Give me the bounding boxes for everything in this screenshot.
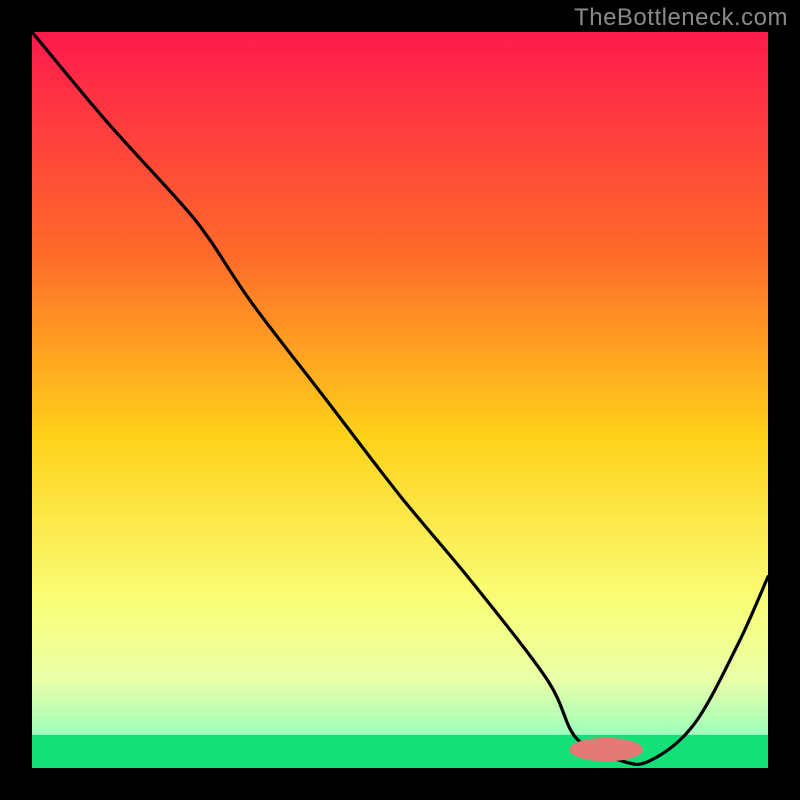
optimal-range-marker: [569, 738, 643, 762]
plot-area: [32, 32, 768, 768]
bottleneck-chart: [32, 32, 768, 768]
heat-gradient-bg: [32, 32, 768, 768]
green-baseline-band: [32, 735, 768, 768]
chart-frame: TheBottleneck.com: [0, 0, 800, 800]
watermark-text: TheBottleneck.com: [574, 4, 788, 32]
